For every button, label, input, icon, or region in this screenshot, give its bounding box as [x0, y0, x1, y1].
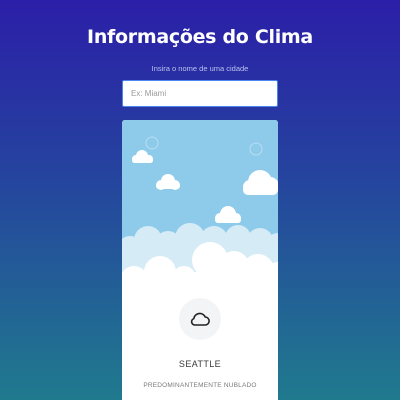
cloud-icon	[190, 312, 210, 326]
search-label: Insira o nome de uma cidade	[151, 64, 249, 73]
weather-icon-container	[179, 298, 221, 340]
city-name: SEATTLE	[178, 359, 222, 369]
weather-card: SEATTLE PREDOMINANTEMENTE NUBLADO	[122, 120, 278, 400]
city-search-input[interactable]	[122, 80, 278, 107]
sky-clouds-illustration	[122, 120, 278, 300]
weather-description: PREDOMINANTEMENTE NUBLADO	[143, 382, 257, 389]
page-title: Informações do Clima	[87, 26, 313, 48]
